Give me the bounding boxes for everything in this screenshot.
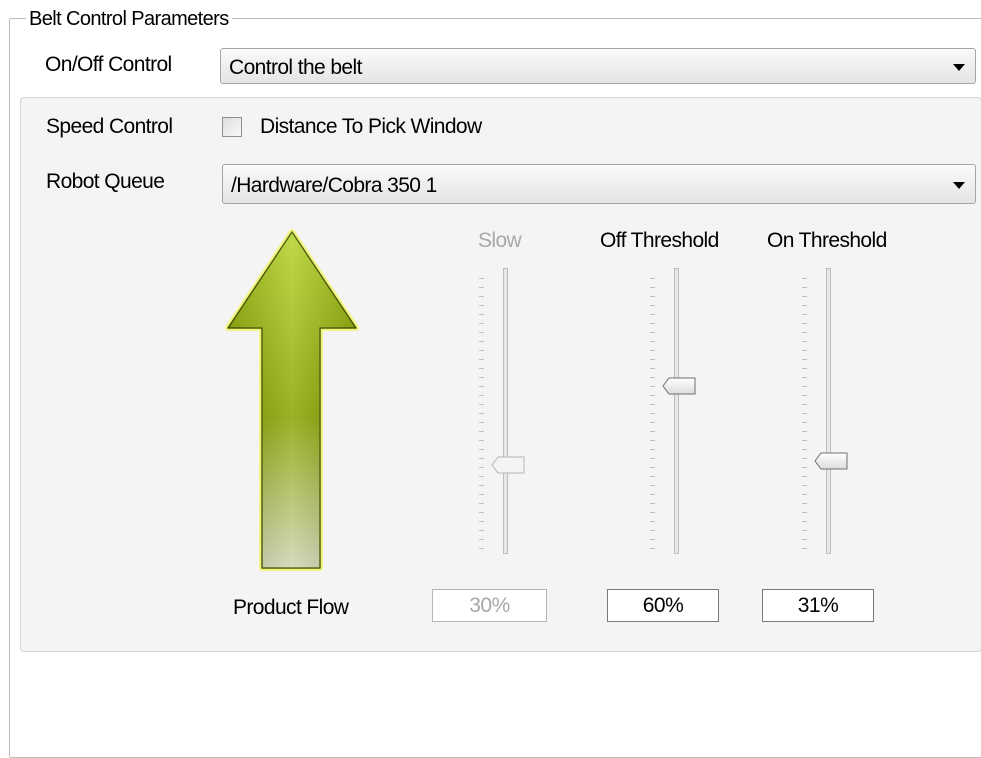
robot-queue-dropdown[interactable]: /Hardware/Cobra 350 1 xyxy=(222,164,976,204)
on-threshold-ticks xyxy=(802,278,807,549)
on-threshold-slider-thumb[interactable] xyxy=(814,452,848,470)
slow-slider-ticks xyxy=(479,278,484,549)
product-flow-label: Product Flow xyxy=(233,596,349,619)
speed-control-label: Speed Control xyxy=(46,115,173,138)
slow-value-box[interactable]: 30% xyxy=(432,589,547,622)
robot-queue-value: /Hardware/Cobra 350 1 xyxy=(231,174,437,197)
chevron-down-icon[interactable] xyxy=(953,182,965,189)
onoff-control-dropdown[interactable]: Control the belt xyxy=(220,48,976,84)
off-threshold-label: Off Threshold xyxy=(600,229,719,252)
slow-slider-thumb[interactable] xyxy=(491,456,525,474)
groupbox-title: Belt Control Parameters xyxy=(26,8,232,31)
off-threshold-value-box[interactable]: 60% xyxy=(607,589,719,622)
product-flow-arrow-icon xyxy=(225,229,359,571)
chevron-down-icon[interactable] xyxy=(953,64,965,71)
on-threshold-label: On Threshold xyxy=(767,229,887,252)
off-threshold-ticks xyxy=(650,278,655,549)
onoff-control-value: Control the belt xyxy=(229,56,362,79)
onoff-control-label: On/Off Control xyxy=(45,53,172,76)
robot-queue-label: Robot Queue xyxy=(46,170,165,193)
on-threshold-value-box[interactable]: 31% xyxy=(762,589,874,622)
slow-slider-track[interactable] xyxy=(503,268,508,554)
distance-to-pick-window-label[interactable]: Distance To Pick Window xyxy=(260,115,482,139)
off-threshold-slider-thumb[interactable] xyxy=(662,377,696,395)
distance-to-pick-window-checkbox[interactable] xyxy=(222,117,242,137)
off-threshold-slider-track[interactable] xyxy=(674,268,679,554)
on-threshold-slider-track[interactable] xyxy=(826,268,831,554)
slow-slider-label: Slow xyxy=(478,229,522,252)
